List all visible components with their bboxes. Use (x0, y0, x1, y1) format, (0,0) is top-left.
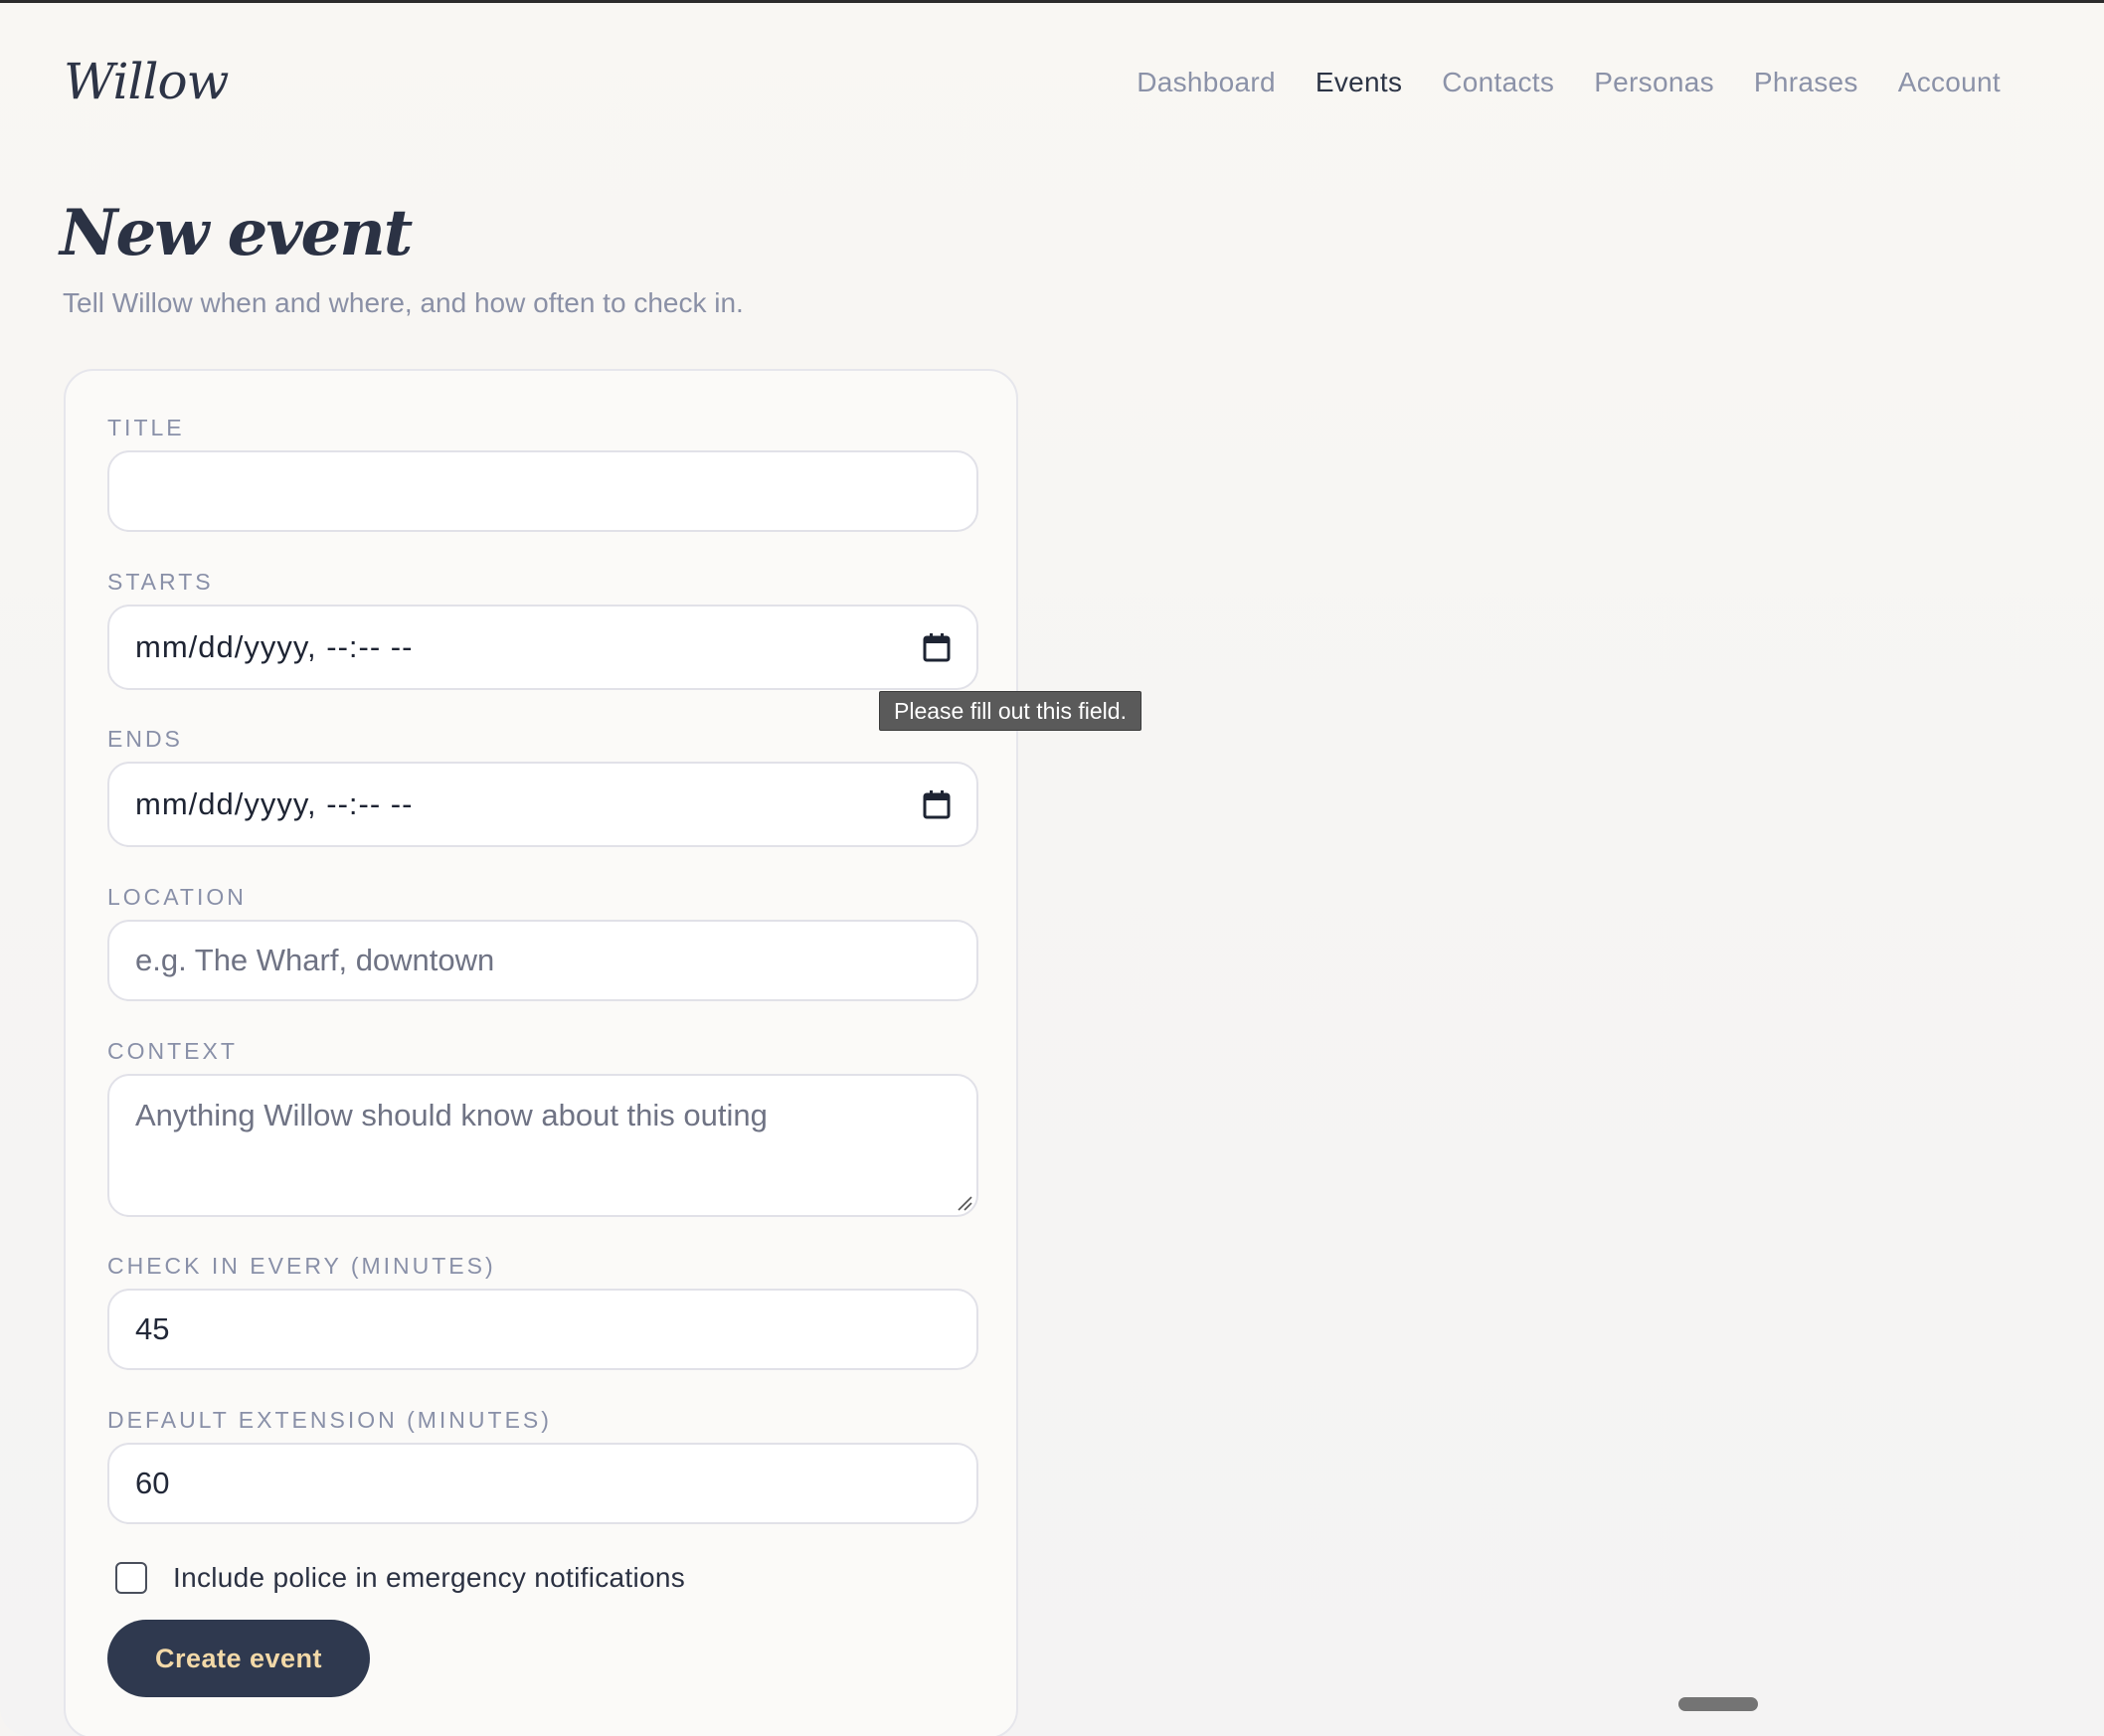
nav-events[interactable]: Events (1315, 67, 1402, 98)
check-in-label: CHECK IN EVERY (MINUTES) (107, 1253, 496, 1279)
context-textarea[interactable]: Anything Willow should know about this o… (107, 1074, 978, 1217)
page-background: Willow Dashboard Events Contacts Persona… (0, 3, 2104, 1736)
ends-input[interactable]: mm/dd/yyyy, --:-- -- (107, 762, 978, 847)
check-in-value: 45 (135, 1311, 170, 1346)
extension-input[interactable]: 60 (107, 1443, 978, 1524)
location-input[interactable]: e.g. The Wharf, downtown (107, 920, 978, 1001)
scroll-handle[interactable] (1678, 1697, 1758, 1711)
extension-value: 60 (135, 1466, 170, 1500)
location-label: LOCATION (107, 884, 247, 910)
title-label: TITLE (107, 415, 185, 440)
starts-value: mm/dd/yyyy, --:-- -- (135, 629, 414, 664)
create-event-button[interactable]: Create event (107, 1620, 370, 1697)
context-placeholder: Anything Willow should know about this o… (135, 1098, 768, 1132)
logo[interactable]: Willow (64, 53, 229, 110)
nav-dashboard[interactable]: Dashboard (1137, 67, 1276, 98)
page-title: New event (60, 196, 413, 270)
title-input[interactable] (107, 450, 978, 532)
ends-value: mm/dd/yyyy, --:-- -- (135, 786, 414, 821)
validation-tooltip: Please fill out this field. (879, 691, 1141, 731)
nav-phrases[interactable]: Phrases (1754, 67, 1858, 98)
check-in-input[interactable]: 45 (107, 1289, 978, 1370)
main-nav: Dashboard Events Contacts Personas Phras… (1097, 67, 2001, 98)
police-checkbox[interactable] (115, 1562, 147, 1594)
resize-grip-icon[interactable] (957, 1195, 972, 1211)
nav-account[interactable]: Account (1898, 67, 2001, 98)
location-placeholder: e.g. The Wharf, downtown (135, 943, 495, 977)
nav-personas[interactable]: Personas (1594, 67, 1714, 98)
nav-contacts[interactable]: Contacts (1442, 67, 1554, 98)
ends-label: ENDS (107, 726, 183, 752)
new-event-form: TITLE STARTS mm/dd/yyyy, --:-- -- ENDS m… (64, 369, 1018, 1736)
context-label: CONTEXT (107, 1038, 238, 1064)
starts-input[interactable]: mm/dd/yyyy, --:-- -- (107, 605, 978, 690)
police-option: Include police in emergency notification… (115, 1562, 685, 1594)
page-subtitle: Tell Willow when and where, and how ofte… (63, 287, 744, 318)
calendar-icon[interactable] (923, 789, 951, 819)
calendar-icon[interactable] (923, 632, 951, 662)
extension-label: DEFAULT EXTENSION (MINUTES) (107, 1407, 552, 1433)
police-checkbox-label[interactable]: Include police in emergency notification… (173, 1562, 685, 1594)
starts-label: STARTS (107, 569, 214, 595)
